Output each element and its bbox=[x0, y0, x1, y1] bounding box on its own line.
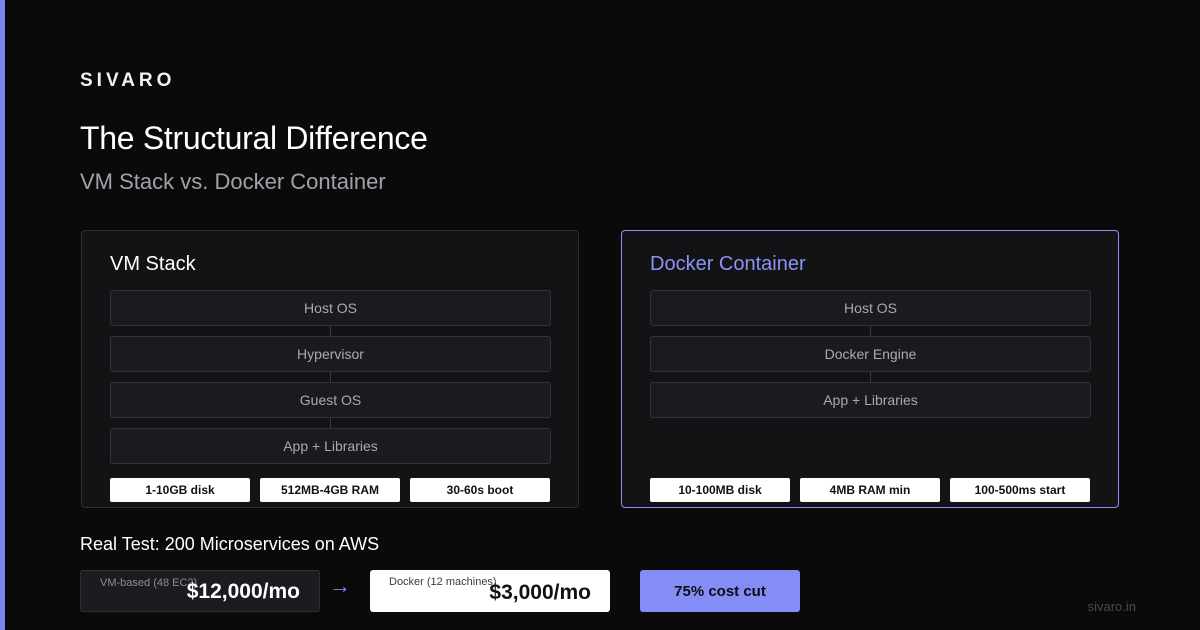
layer-connector bbox=[329, 418, 332, 428]
docker-panel-title: Docker Container bbox=[650, 253, 806, 275]
docker-cost-label: Docker (12 machines) bbox=[389, 576, 497, 588]
layer-connector bbox=[869, 372, 872, 382]
vm-cost-value: $12,000/mo bbox=[186, 580, 300, 603]
vm-layer-guest-os: Guest OS bbox=[110, 382, 551, 418]
docker-cost-box: Docker (12 machines) $3,000/mo bbox=[370, 570, 610, 612]
vm-layer-app-libraries: App + Libraries bbox=[110, 428, 551, 464]
docker-layer-host-os: Host OS bbox=[650, 290, 1091, 326]
vm-stat-ram: 512MB-4GB RAM bbox=[260, 478, 400, 502]
vm-cost-label: VM-based (48 EC2) bbox=[100, 577, 198, 589]
vm-layer-hypervisor: Hypervisor bbox=[110, 336, 551, 372]
docker-layer-engine: Docker Engine bbox=[650, 336, 1091, 372]
docker-stats: 10-100MB disk 4MB RAM min 100-500ms star… bbox=[650, 478, 1090, 502]
vm-stats: 1-10GB disk 512MB-4GB RAM 30-60s boot bbox=[110, 478, 550, 502]
docker-stat-start: 100-500ms start bbox=[950, 478, 1090, 502]
footer-url: sivaro.in bbox=[1087, 599, 1136, 614]
docker-stat-disk: 10-100MB disk bbox=[650, 478, 790, 502]
vm-stat-boot: 30-60s boot bbox=[410, 478, 550, 502]
layer-connector bbox=[329, 326, 332, 336]
brand-logo: SIVARO bbox=[80, 70, 176, 91]
arrow-right-icon: → bbox=[329, 573, 351, 598]
vm-cost-box: VM-based (48 EC2) $12,000/mo bbox=[80, 570, 320, 612]
vm-layer-stack: Host OS Hypervisor Guest OS App + Librar… bbox=[110, 290, 551, 464]
vm-stat-disk: 1-10GB disk bbox=[110, 478, 250, 502]
vm-layer-host-os: Host OS bbox=[110, 290, 551, 326]
docker-layer-stack: Host OS Docker Engine App + Libraries bbox=[650, 290, 1091, 418]
accent-bar bbox=[0, 0, 5, 630]
savings-badge: 75% cost cut bbox=[640, 570, 800, 612]
vm-stack-panel: VM Stack Host OS Hypervisor Guest OS App… bbox=[81, 230, 579, 508]
docker-cost-value: $3,000/mo bbox=[489, 581, 591, 604]
layer-connector bbox=[869, 326, 872, 336]
docker-container-panel: Docker Container Host OS Docker Engine A… bbox=[621, 230, 1119, 508]
docker-layer-app-libraries: App + Libraries bbox=[650, 382, 1091, 418]
vm-panel-title: VM Stack bbox=[110, 253, 196, 275]
page-title: The Structural Difference bbox=[80, 120, 428, 156]
page-subtitle: VM Stack vs. Docker Container bbox=[80, 169, 386, 194]
docker-stat-ram: 4MB RAM min bbox=[800, 478, 940, 502]
test-title: Real Test: 200 Microservices on AWS bbox=[80, 534, 380, 554]
layer-connector bbox=[329, 372, 332, 382]
